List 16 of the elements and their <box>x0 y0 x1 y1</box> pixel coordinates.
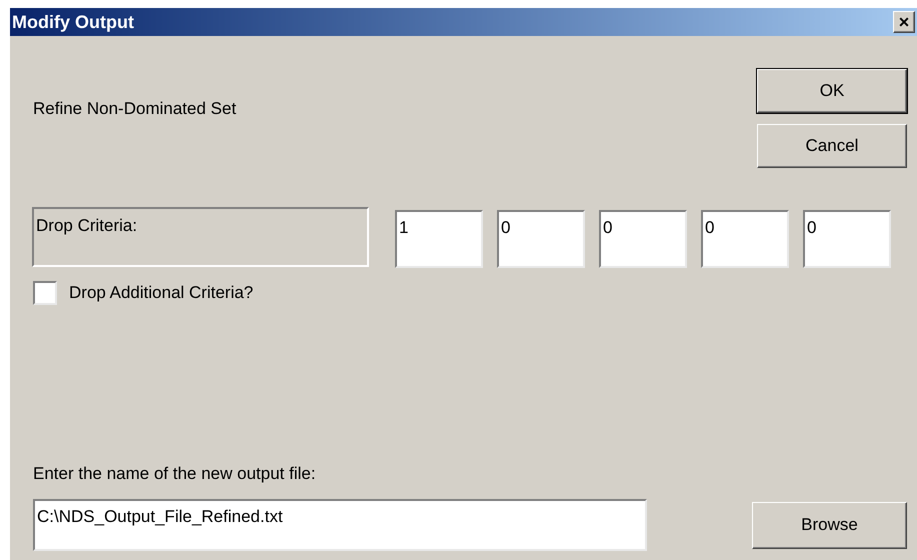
criteria-field[interactable]: 0 <box>497 210 585 268</box>
checkbox-label: Drop Additional Criteria? <box>69 282 254 304</box>
criteria-field[interactable]: 1 <box>395 210 483 268</box>
checkbox[interactable] <box>33 280 57 305</box>
close-button[interactable]: × <box>893 11 915 33</box>
browse-button[interactable]: Browse <box>752 502 907 548</box>
output-file-field[interactable]: C:\NDS_Output_File_Refined.txt <box>33 499 647 551</box>
criteria-field[interactable]: 0 <box>701 210 789 268</box>
criteria-field[interactable]: 0 <box>803 210 891 268</box>
output-file-label: Enter the name of the new output file: <box>32 462 317 484</box>
heading-text: Refine Non-Dominated Set <box>33 98 236 120</box>
window-title: Modify Output <box>12 10 134 34</box>
ok-button[interactable]: OK <box>757 69 907 113</box>
cancel-button[interactable]: Cancel <box>757 124 907 168</box>
drop-criteria-label: Drop Criteria: <box>32 207 369 267</box>
criteria-field[interactable]: 0 <box>599 210 687 268</box>
